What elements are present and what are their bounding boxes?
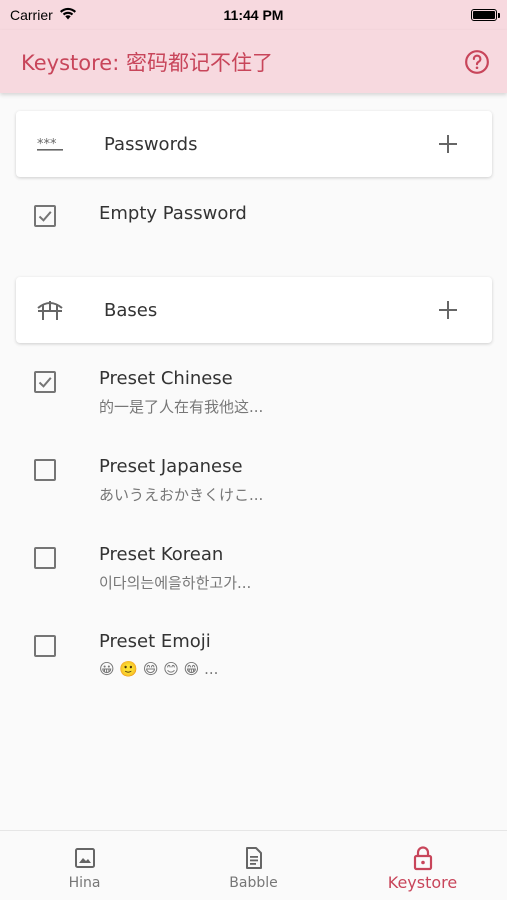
lock-icon bbox=[410, 845, 436, 871]
checkbox-unchecked[interactable] bbox=[34, 547, 56, 569]
checkbox-checked[interactable] bbox=[34, 371, 56, 393]
list-item-subtitle: 이다의는에을하한고가... bbox=[99, 574, 252, 592]
status-bar: Carrier 11:44 PM bbox=[0, 0, 507, 30]
list-item-title: Preset Korean bbox=[99, 544, 224, 565]
app-bar: Keystore: 密码都记不住了 bbox=[0, 30, 507, 93]
list-item-title: Empty Password bbox=[99, 203, 247, 224]
password-dots-icon: *** bbox=[36, 132, 64, 156]
nav-item-babble[interactable]: Babble bbox=[169, 831, 338, 900]
section-label-passwords: Passwords bbox=[104, 133, 198, 155]
nav-item-hina[interactable]: Hina bbox=[0, 831, 169, 900]
list-item-title: Preset Emoji bbox=[99, 631, 211, 652]
svg-text:***: *** bbox=[37, 137, 57, 151]
help-icon bbox=[465, 49, 489, 74]
list-item-title: Preset Japanese bbox=[99, 456, 243, 477]
nav-label: Babble bbox=[229, 875, 278, 891]
checkbox-checked[interactable] bbox=[34, 205, 56, 227]
section-header-passwords: *** Passwords bbox=[16, 111, 492, 177]
checkmark-icon bbox=[38, 377, 52, 388]
status-left: Carrier bbox=[10, 7, 77, 23]
battery-icon bbox=[471, 9, 500, 21]
list-item-subtitle: 😀 🙂 😄 😊 😁 ... bbox=[99, 660, 219, 678]
checkmark-icon bbox=[38, 211, 52, 222]
wifi-icon bbox=[59, 7, 77, 23]
page-title: Keystore: 密码都记不住了 bbox=[21, 50, 273, 75]
list-item-subtitle: 的一是了人在有我他这... bbox=[99, 398, 264, 416]
carrier-label: Carrier bbox=[10, 7, 53, 23]
section-label-bases: Bases bbox=[104, 299, 158, 321]
checkbox-unchecked[interactable] bbox=[34, 635, 56, 657]
plus-icon bbox=[439, 135, 457, 153]
plus-icon bbox=[439, 301, 457, 319]
list-item-subtitle: あいうえおかきくけこ... bbox=[99, 486, 264, 504]
add-base-button[interactable] bbox=[436, 298, 460, 322]
image-icon bbox=[72, 845, 98, 871]
add-password-button[interactable] bbox=[436, 132, 460, 156]
section-header-bases: Bases bbox=[16, 277, 492, 343]
bridge-icon bbox=[36, 298, 64, 322]
nav-label: Hina bbox=[68, 875, 101, 891]
checkbox-unchecked[interactable] bbox=[34, 459, 56, 481]
help-button[interactable] bbox=[463, 48, 491, 76]
keystore-list: *** Passwords Empty Password Bases Prese… bbox=[0, 93, 507, 830]
document-icon bbox=[241, 845, 267, 871]
bottom-nav: Hina Babble Keystore bbox=[0, 830, 507, 900]
nav-label: Keystore bbox=[387, 873, 458, 892]
nav-item-keystore[interactable]: Keystore bbox=[338, 831, 507, 900]
list-item-title: Preset Chinese bbox=[99, 368, 233, 389]
